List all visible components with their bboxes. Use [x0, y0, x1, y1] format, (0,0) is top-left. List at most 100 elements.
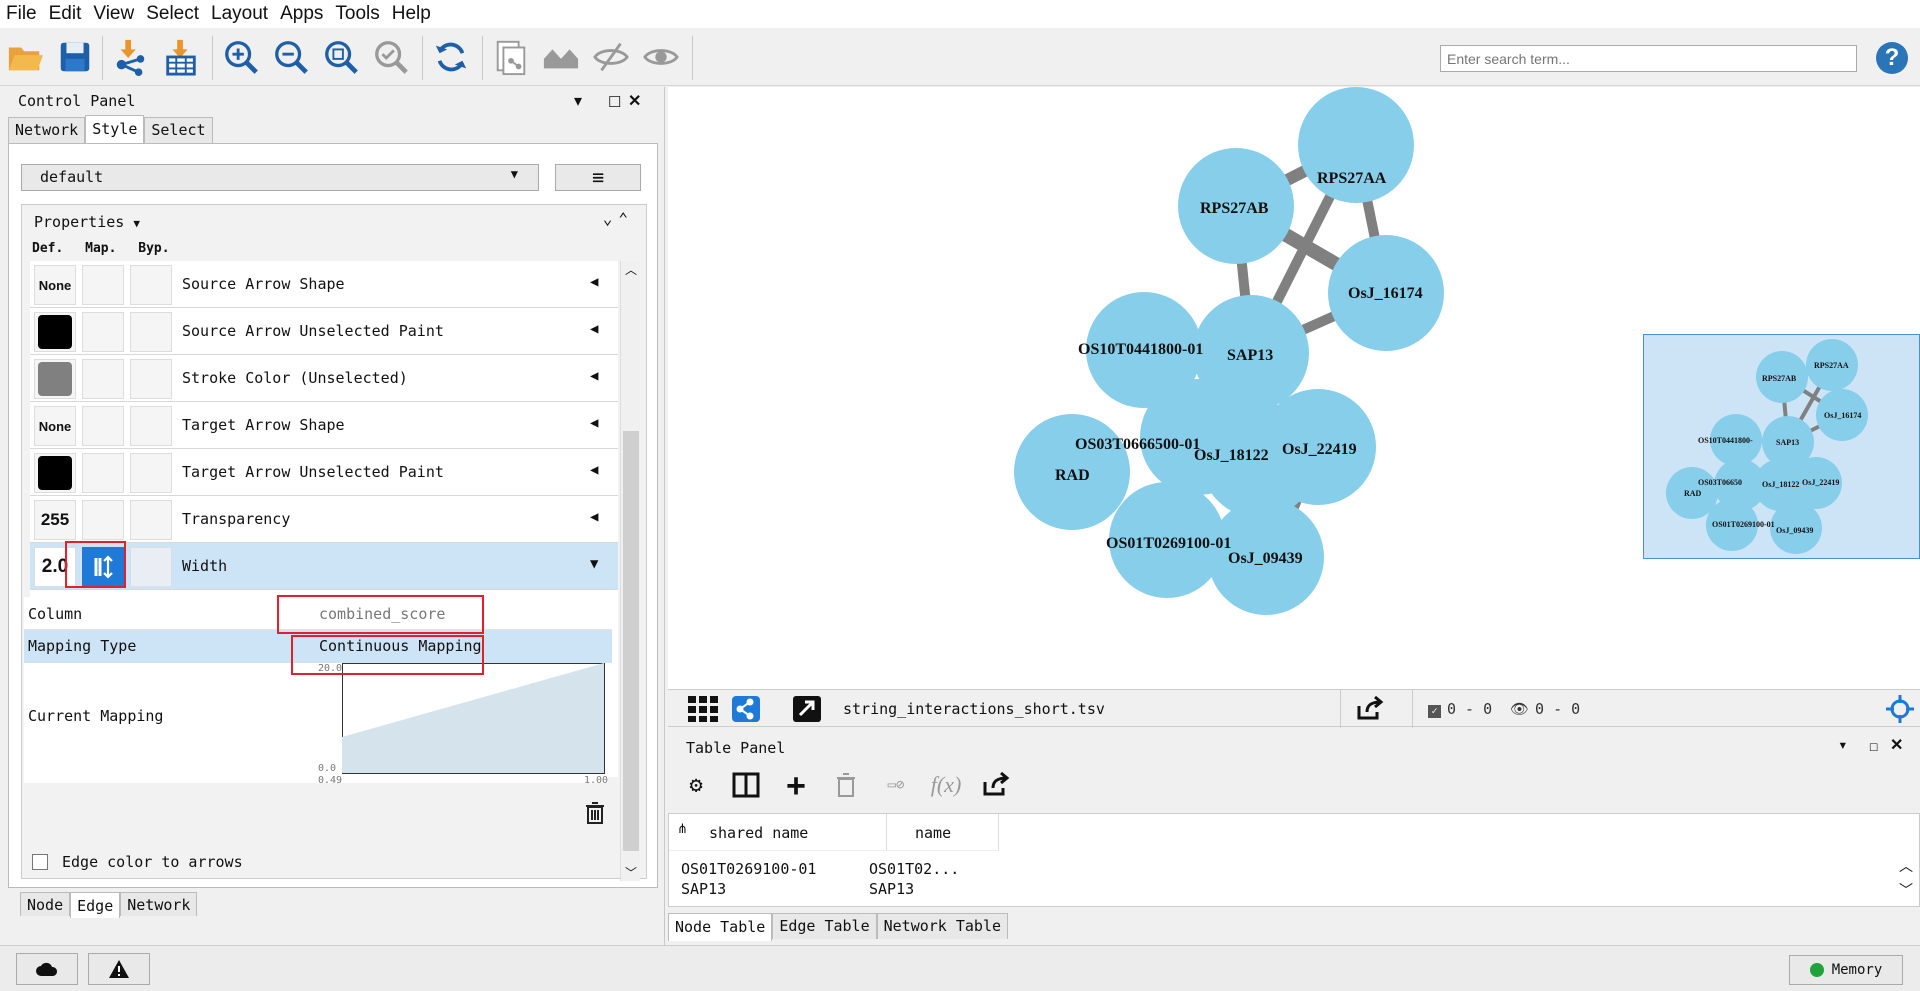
- menu-select[interactable]: Select: [140, 3, 205, 25]
- expand-icon[interactable]: ◀: [590, 368, 598, 384]
- expand-icon[interactable]: ◀: [590, 415, 598, 431]
- columns-icon[interactable]: [726, 765, 766, 805]
- default-value[interactable]: [34, 453, 76, 493]
- import-table-icon[interactable]: [160, 36, 202, 78]
- menu-view[interactable]: View: [87, 3, 140, 25]
- save-icon[interactable]: [54, 36, 96, 78]
- tab-edge-table[interactable]: Edge Table: [772, 913, 877, 939]
- column-header-name[interactable]: name: [887, 814, 999, 850]
- float-panel-icon[interactable]: ☐: [608, 93, 621, 111]
- search-input[interactable]: [1440, 45, 1857, 72]
- scroll-up-icon[interactable]: ︿: [1899, 856, 1913, 876]
- export-table-icon[interactable]: [976, 765, 1016, 805]
- float-panel-icon[interactable]: ☐: [1869, 737, 1878, 755]
- new-network-icon[interactable]: [490, 36, 532, 78]
- menu-apps[interactable]: Apps: [274, 3, 329, 25]
- panel-dropdown-icon[interactable]: ▾: [574, 91, 582, 111]
- default-value[interactable]: None: [34, 265, 76, 305]
- panel-dropdown-icon[interactable]: ▾: [1838, 735, 1848, 754]
- hide-icon[interactable]: [590, 36, 632, 78]
- close-icon[interactable]: ✕: [628, 91, 641, 111]
- bypass-cell[interactable]: [130, 265, 172, 305]
- expand-icon[interactable]: ◀: [590, 462, 598, 478]
- tab-select[interactable]: Select: [144, 117, 213, 143]
- style-select[interactable]: default ▼: [21, 164, 539, 191]
- network-overview[interactable]: RPS27AB RPS27AA OsJ_16174 OS10T0441800- …: [1643, 334, 1920, 559]
- grid-view-icon[interactable]: [688, 696, 718, 726]
- open-folder-icon[interactable]: [4, 36, 46, 78]
- tab-network[interactable]: Network: [8, 117, 86, 143]
- fit-view-icon[interactable]: [1886, 695, 1914, 727]
- column-header-shared-name[interactable]: shared name: [699, 814, 887, 850]
- tab-style[interactable]: Style: [85, 115, 145, 143]
- mapping-cell[interactable]: [82, 265, 124, 305]
- delete-column-icon[interactable]: [826, 765, 866, 805]
- zoom-fit-icon[interactable]: [320, 36, 362, 78]
- bypass-cell[interactable]: [130, 500, 172, 540]
- link-icon[interactable]: ▭⊘: [876, 765, 916, 805]
- trash-icon[interactable]: [584, 801, 606, 829]
- home-icon[interactable]: [540, 36, 582, 78]
- tab-node-table[interactable]: Node Table: [668, 913, 773, 941]
- style-options-button[interactable]: ≡: [555, 164, 641, 191]
- mapping-cell[interactable]: [82, 312, 124, 352]
- vprop-row[interactable]: None Target Arrow Shape ◀: [30, 402, 618, 449]
- scroll-down-icon[interactable]: ﹀: [1899, 880, 1913, 900]
- vprop-row[interactable]: None Source Arrow Shape ◀: [30, 261, 618, 308]
- menu-file[interactable]: File: [0, 3, 43, 25]
- table-cell[interactable]: SAP13: [681, 880, 726, 898]
- edge-color-to-arrows-option[interactable]: Edge color to arrows: [32, 853, 243, 871]
- import-network-icon[interactable]: [110, 36, 152, 78]
- node-table[interactable]: ⋔ shared name name OS01T0269100-01 OS01T…: [668, 813, 1920, 907]
- scroll-up-icon[interactable]: ︿: [625, 261, 637, 278]
- mapping-cell[interactable]: [82, 453, 124, 493]
- menu-edit[interactable]: Edit: [43, 3, 88, 25]
- default-value[interactable]: [34, 312, 76, 352]
- edge-color-checkbox[interactable]: [32, 854, 48, 870]
- memory-button[interactable]: Memory: [1789, 955, 1903, 985]
- function-icon[interactable]: f(x): [926, 765, 966, 805]
- gear-icon[interactable]: ⚙: [676, 765, 716, 805]
- zoom-selected-icon[interactable]: [370, 36, 412, 78]
- scroll-down-icon[interactable]: ﹀: [625, 864, 637, 881]
- menu-layout[interactable]: Layout: [205, 3, 274, 25]
- network-view-icon[interactable]: [732, 696, 760, 722]
- expand-icon[interactable]: ◀: [590, 321, 598, 337]
- bypass-cell[interactable]: [130, 453, 172, 493]
- network-canvas[interactable]: RPS27AB RPS27AA OsJ_16174 OS10T0441800-0…: [668, 87, 1920, 689]
- table-cell[interactable]: SAP13: [869, 880, 914, 898]
- expand-icon[interactable]: ◀: [590, 274, 598, 290]
- bypass-cell[interactable]: [130, 406, 172, 446]
- mapping-cell[interactable]: [82, 359, 124, 399]
- detach-view-icon[interactable]: [793, 696, 821, 722]
- tab-network-table[interactable]: Network Table: [876, 913, 1009, 939]
- scroll-thumb[interactable]: [623, 431, 639, 851]
- mapping-cell[interactable]: [82, 500, 124, 540]
- table-cell[interactable]: OS01T0269100-01: [681, 860, 816, 878]
- bypass-cell[interactable]: [130, 547, 172, 587]
- tab-network-style[interactable]: Network: [120, 892, 198, 916]
- default-value[interactable]: 255: [34, 500, 76, 540]
- vprop-row[interactable]: Target Arrow Unselected Paint ◀: [30, 449, 618, 496]
- vprop-row[interactable]: Stroke Color (Unselected) ◀: [30, 355, 618, 402]
- close-icon[interactable]: ✕: [1890, 735, 1903, 755]
- vprop-row[interactable]: Source Arrow Unselected Paint ◀: [30, 308, 618, 355]
- bypass-cell[interactable]: [130, 312, 172, 352]
- expand-collapse-icons[interactable]: ⌄⌃: [603, 209, 634, 228]
- menu-help[interactable]: Help: [386, 3, 437, 25]
- properties-dropdown[interactable]: Properties ▼: [34, 213, 140, 231]
- default-value[interactable]: None: [34, 406, 76, 446]
- add-column-icon[interactable]: +: [776, 765, 816, 805]
- mapping-cell[interactable]: [82, 406, 124, 446]
- warning-button[interactable]: [88, 953, 150, 985]
- vprop-row[interactable]: 255 Transparency ◀: [30, 496, 618, 543]
- properties-scrollbar[interactable]: ︿ ﹀: [620, 261, 640, 881]
- tab-edge[interactable]: Edge: [70, 892, 121, 918]
- help-icon[interactable]: ?: [1876, 42, 1908, 74]
- expand-icon[interactable]: ◀: [590, 509, 598, 525]
- refresh-icon[interactable]: [430, 36, 472, 78]
- collapse-icon[interactable]: ▼: [590, 556, 598, 572]
- bypass-cell[interactable]: [130, 359, 172, 399]
- show-icon[interactable]: [640, 36, 682, 78]
- export-icon[interactable]: [1355, 695, 1385, 726]
